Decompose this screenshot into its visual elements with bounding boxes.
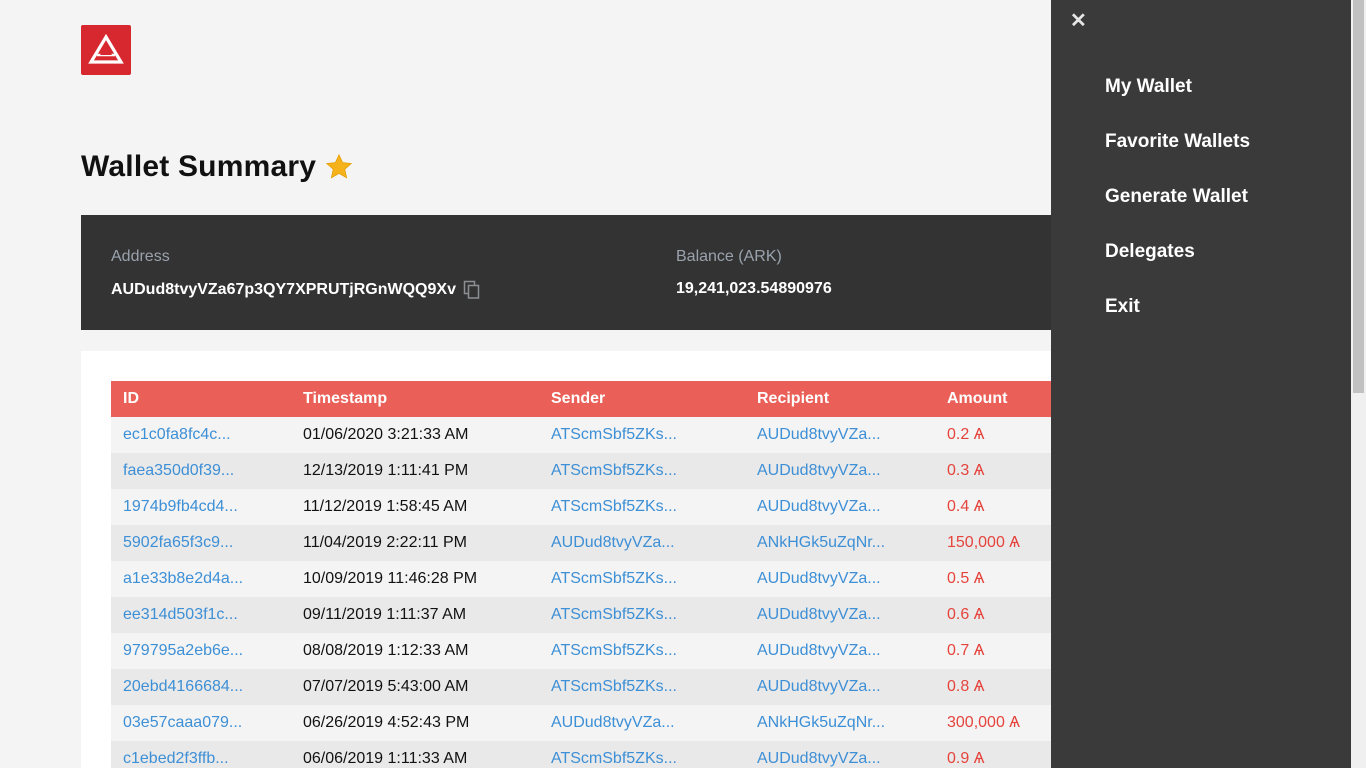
- tx-recipient-link[interactable]: AUDud8tvyVZa...: [745, 669, 935, 705]
- table-row: a1e33b8e2d4a... 10/09/2019 11:46:28 PM ATS…: [111, 561, 1051, 597]
- close-icon[interactable]: ✕: [1070, 8, 1087, 33]
- table-row: 5902fa65f3c9... 11/04/2019 2:22:11 PM AUDu…: [111, 525, 1051, 561]
- tx-recipient-link[interactable]: AUDud8tvyVZa...: [745, 489, 935, 525]
- table-row: 1974b9fb4cd4... 11/12/2019 1:58:45 AM ATSc…: [111, 489, 1051, 525]
- tx-sender-link[interactable]: ATScmSbf5ZKs...: [539, 669, 745, 705]
- tx-amount: 0.6 Ѧ: [947, 606, 985, 623]
- tx-recipient-link[interactable]: AUDud8tvyVZa...: [745, 453, 935, 489]
- navigation-drawer: ✕ My Wallet Favorite Wallets Generate Wa…: [1051, 0, 1351, 768]
- tx-timestamp: 10/09/2019 11:46:28 PM: [303, 570, 478, 587]
- table-row: c1ebed2f3ffb... 06/06/2019 1:11:33 AM ATSc…: [111, 741, 1051, 768]
- menu-item-delegates[interactable]: Delegates: [1105, 241, 1195, 263]
- tx-timestamp: 06/26/2019 4:52:43 PM: [303, 714, 470, 731]
- tx-sender-link[interactable]: ATScmSbf5ZKs...: [539, 633, 745, 669]
- column-header-timestamp[interactable]: Timestamp: [291, 381, 539, 417]
- tx-id-link[interactable]: 979795a2eb6e...: [111, 633, 291, 669]
- tx-amount: 0.9 Ѧ: [947, 750, 985, 767]
- ark-logo-icon[interactable]: [81, 25, 131, 75]
- tx-recipient-link[interactable]: AUDud8tvyVZa...: [745, 597, 935, 633]
- tx-timestamp: 08/08/2019 1:12:33 AM: [303, 642, 469, 659]
- tx-amount: 0.2 Ѧ: [947, 426, 985, 443]
- menu-item-exit[interactable]: Exit: [1105, 296, 1140, 318]
- tx-amount: 0.5 Ѧ: [947, 570, 985, 587]
- page-title: Wallet Summary: [81, 150, 317, 183]
- tx-id-link[interactable]: 03e57caaa079...: [111, 705, 291, 741]
- tx-timestamp: 06/06/2019 1:11:33 AM: [303, 750, 468, 767]
- tx-amount: 0.3 Ѧ: [947, 462, 985, 479]
- menu-item-generate-wallet[interactable]: Generate Wallet: [1105, 186, 1248, 208]
- tx-id-link[interactable]: ee314d503f1c...: [111, 597, 291, 633]
- balance-value: 19,241,023.54890976: [676, 280, 832, 297]
- balance-label: Balance (ARK): [676, 248, 782, 265]
- tx-recipient-link[interactable]: AUDud8tvyVZa...: [745, 741, 935, 768]
- tx-timestamp: 01/06/2020 3:21:33 AM: [303, 426, 469, 443]
- address-row: AUDud8tvyVZa67p3QY7XPRUTjRGnWQQ9Xv: [111, 280, 481, 300]
- transactions-card: ID Timestamp Sender Recipient Amount ec1…: [81, 351, 1051, 768]
- tx-id-link[interactable]: 1974b9fb4cd4...: [111, 489, 291, 525]
- tx-sender-link[interactable]: ATScmSbf5ZKs...: [539, 561, 745, 597]
- tx-amount: 0.7 Ѧ: [947, 642, 985, 659]
- tx-timestamp: 12/13/2019 1:11:41 PM: [303, 462, 469, 479]
- tx-sender-link[interactable]: ATScmSbf5ZKs...: [539, 597, 745, 633]
- tx-recipient-link[interactable]: AUDud8tvyVZa...: [745, 633, 935, 669]
- title-row: Wallet Summary: [81, 150, 354, 184]
- tx-amount: 300,000 Ѧ: [947, 714, 1020, 731]
- tx-timestamp: 07/07/2019 5:43:00 AM: [303, 678, 469, 695]
- tx-amount: 0.8 Ѧ: [947, 678, 985, 695]
- tx-sender-link[interactable]: ATScmSbf5ZKs...: [539, 489, 745, 525]
- tx-amount: 0.4 Ѧ: [947, 498, 985, 515]
- tx-id-link[interactable]: faea350d0f39...: [111, 453, 291, 489]
- tx-sender-link[interactable]: ATScmSbf5ZKs...: [539, 453, 745, 489]
- tx-timestamp: 11/04/2019 2:22:11 PM: [303, 534, 467, 551]
- tx-id-link[interactable]: ec1c0fa8fc4c...: [111, 417, 291, 453]
- copy-icon[interactable]: [463, 280, 481, 300]
- table-row: 03e57caaa079... 06/26/2019 4:52:43 PM AUDu…: [111, 705, 1051, 741]
- tx-id-link[interactable]: c1ebed2f3ffb...: [111, 741, 291, 768]
- tx-sender-link[interactable]: ATScmSbf5ZKs...: [539, 417, 745, 453]
- menu-item-my-wallet[interactable]: My Wallet: [1105, 76, 1192, 98]
- table-row: 20ebd4166684... 07/07/2019 5:43:00 AM ATSc…: [111, 669, 1051, 705]
- address-label: Address: [111, 248, 170, 265]
- tx-amount: 150,000 Ѧ: [947, 534, 1020, 551]
- table-body: ec1c0fa8fc4c... 01/06/2020 3:21:33 AM ATSc…: [111, 417, 1051, 768]
- tx-sender-link[interactable]: AUDud8tvyVZa...: [539, 525, 745, 561]
- column-header-amount[interactable]: Amount: [935, 381, 1051, 417]
- tx-id-link[interactable]: a1e33b8e2d4a...: [111, 561, 291, 597]
- tx-timestamp: 11/12/2019 1:58:45 AM: [303, 498, 468, 515]
- address-value: AUDud8tvyVZa67p3QY7XPRUTjRGnWQQ9Xv: [111, 281, 456, 298]
- star-icon[interactable]: [324, 152, 354, 182]
- tx-recipient-link[interactable]: AUDud8tvyVZa...: [745, 417, 935, 453]
- tx-recipient-link[interactable]: AUDud8tvyVZa...: [745, 561, 935, 597]
- tx-timestamp: 09/11/2019 1:11:37 AM: [303, 606, 467, 623]
- table-row: ec1c0fa8fc4c... 01/06/2020 3:21:33 AM ATSc…: [111, 417, 1051, 453]
- table-row: faea350d0f39... 12/13/2019 1:11:41 PM ATSc…: [111, 453, 1051, 489]
- table-row: 979795a2eb6e... 08/08/2019 1:12:33 AM ATSc…: [111, 633, 1051, 669]
- tx-sender-link[interactable]: ATScmSbf5ZKs...: [539, 741, 745, 768]
- tx-sender-link[interactable]: AUDud8tvyVZa...: [539, 705, 745, 741]
- tx-id-link[interactable]: 5902fa65f3c9...: [111, 525, 291, 561]
- menu-item-favorite-wallets[interactable]: Favorite Wallets: [1105, 131, 1250, 153]
- column-header-sender[interactable]: Sender: [539, 381, 745, 417]
- wallet-summary-panel: Address AUDud8tvyVZa67p3QY7XPRUTjRGnWQQ9…: [81, 215, 1051, 330]
- page-scrollbar[interactable]: [1351, 0, 1366, 768]
- tx-recipient-link[interactable]: ANkHGk5uZqNr...: [745, 525, 935, 561]
- table-header-row: ID Timestamp Sender Recipient Amount: [111, 381, 1051, 417]
- tx-recipient-link[interactable]: ANkHGk5uZqNr...: [745, 705, 935, 741]
- scrollbar-thumb[interactable]: [1353, 0, 1364, 393]
- tx-id-link[interactable]: 20ebd4166684...: [111, 669, 291, 705]
- column-header-recipient[interactable]: Recipient: [745, 381, 935, 417]
- column-header-id[interactable]: ID: [111, 381, 291, 417]
- transactions-table: ID Timestamp Sender Recipient Amount ec1…: [111, 381, 1051, 768]
- table-row: ee314d503f1c... 09/11/2019 1:11:37 AM ATSc…: [111, 597, 1051, 633]
